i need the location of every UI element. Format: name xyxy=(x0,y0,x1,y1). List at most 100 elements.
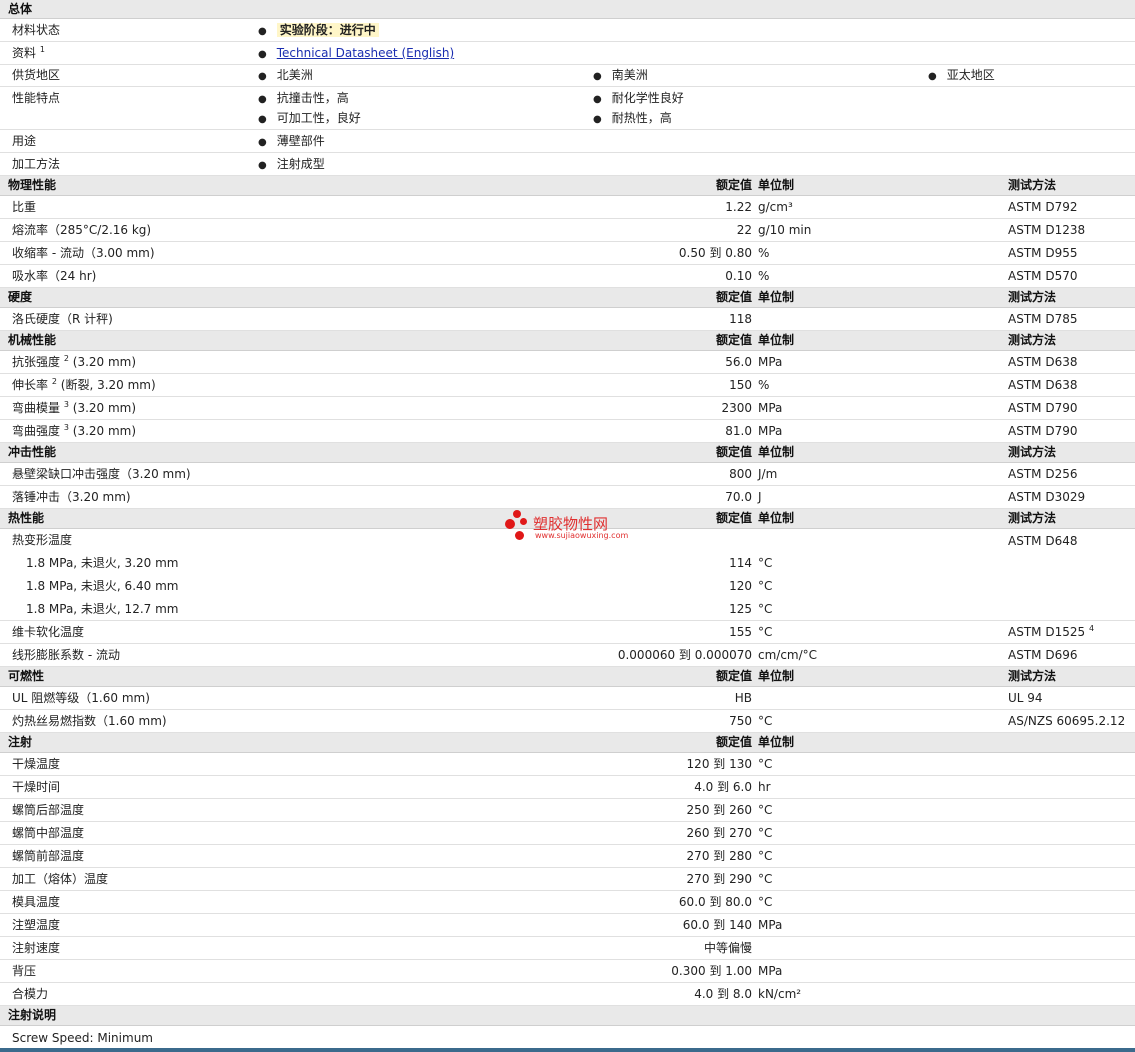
row-unit: °C xyxy=(758,895,773,909)
row-label: 干燥温度 xyxy=(12,757,61,771)
source-label: 资料 1 xyxy=(12,45,45,61)
row-label: 悬壁梁缺口冲击强度（3.20 mm) xyxy=(12,467,191,481)
row-method: ASTM D638 xyxy=(1008,378,1078,392)
row-unit: hr xyxy=(758,780,771,794)
row-unit: °C xyxy=(758,872,773,886)
col-header-value: 额定值 xyxy=(715,178,752,192)
region-item: ● 北美洲 xyxy=(258,65,313,87)
col-header-unit: 单位制 xyxy=(758,290,795,304)
row-label: 1.8 MPa, 未退火, 3.20 mm xyxy=(26,556,179,570)
section-title: 注射 xyxy=(8,735,33,749)
row-value: 2300 xyxy=(721,401,752,415)
general-title: 总体 xyxy=(8,2,33,16)
row-value: 0.300 到 1.00 xyxy=(671,964,752,978)
row-value: 114 xyxy=(729,556,752,570)
row-value: 750 xyxy=(729,714,752,728)
section-header: 冲击性能 额定值 单位制 测试方法 xyxy=(0,443,1135,463)
row-value: 4.0 到 6.0 xyxy=(694,780,752,794)
status-label: 材料状态 xyxy=(12,23,61,37)
section-title: 物理性能 xyxy=(8,178,57,192)
section-title: 热性能 xyxy=(8,511,45,525)
row-value: 1.22 xyxy=(725,200,752,214)
table-row: 弯曲强度 3 (3.20 mm) 81.0 MPa ASTM D790 xyxy=(0,420,1135,443)
table-row: 悬壁梁缺口冲击强度（3.20 mm) 800 J/m ASTM D256 xyxy=(0,463,1135,486)
col-header-unit: 单位制 xyxy=(758,669,795,683)
col-header-method: 测试方法 xyxy=(1008,669,1057,683)
col-header-value: 额定值 xyxy=(715,333,752,347)
datasheet-link[interactable]: Technical Datasheet (English) xyxy=(277,46,454,60)
table-row: 背压 0.300 到 1.00 MPa xyxy=(0,960,1135,983)
table-row: 吸水率（24 hr) 0.10% ASTM D570 xyxy=(0,265,1135,288)
row-value: 56.0 xyxy=(725,355,752,369)
row-label: 螺筒前部温度 xyxy=(12,849,85,863)
row-unit: MPa xyxy=(758,401,783,415)
source-row: 资料 1 ● Technical Datasheet (English) xyxy=(0,42,1135,65)
section-header: 可燃性 额定值 单位制 测试方法 xyxy=(0,667,1135,687)
section-header: 硬度 额定值 单位制 测试方法 xyxy=(0,288,1135,308)
table-row: 灼热丝易燃指数（1.60 mm) 750 °C AS/NZS 60695.2.12 xyxy=(0,710,1135,733)
bullet-icon: ● xyxy=(258,26,267,37)
row-unit: % xyxy=(758,246,770,260)
section-title: 注射说明 xyxy=(8,1008,57,1022)
row-unit: °C xyxy=(758,556,773,570)
section-title: 机械性能 xyxy=(8,333,57,347)
table-row: 合模力 4.0 到 8.0 kN/cm² xyxy=(0,983,1135,1006)
row-label: 线形膨胀系数 - 流动 xyxy=(12,648,120,662)
row-method: ASTM D1238 xyxy=(1008,223,1086,237)
col-header-value: 额定值 xyxy=(715,290,752,304)
bullet-icon: ● xyxy=(593,114,602,125)
row-value: 270 到 280 xyxy=(686,849,752,863)
row-label: 灼热丝易燃指数（1.60 mm) xyxy=(12,714,167,728)
table-row: 熔流率（285°C/2.16 kg) 22 g/10 min ASTM D1238 xyxy=(0,219,1135,242)
row-label: 注射速度 xyxy=(12,941,61,955)
uses-label: 用途 xyxy=(12,134,37,148)
section-title: 硬度 xyxy=(8,290,33,304)
table-row: 模具温度 60.0 到 80.0 °C xyxy=(0,891,1135,914)
col-header-value: 额定值 xyxy=(715,511,752,525)
region-item: ● 南美洲 xyxy=(593,65,648,87)
row-value: 60.0 到 80.0 xyxy=(678,895,752,909)
row-label: 比重 xyxy=(12,200,37,214)
row-unit: °C xyxy=(758,625,773,639)
row-value: 0.50 到 0.80 xyxy=(678,246,752,260)
bullet-icon: ● xyxy=(258,94,267,105)
row-value: 270 到 290 xyxy=(686,872,752,886)
process-row: 加工方法 ● 注射成型 xyxy=(0,153,1135,176)
features-row: 性能特点 ● 抗撞击性，高 ● 耐化学性良好 ● 可加工性，良好 ● 耐热性，高 xyxy=(0,87,1135,130)
row-label: 熔流率（285°C/2.16 kg) xyxy=(12,223,152,237)
source-value: ● Technical Datasheet (English) xyxy=(258,42,454,66)
row-value: 0.10 xyxy=(725,269,752,283)
uses-row: 用途 ● 薄壁部件 xyxy=(0,130,1135,153)
row-label: 合模力 xyxy=(12,987,49,1001)
table-row: 注塑温度 60.0 到 140 MPa xyxy=(0,914,1135,937)
row-label: 维卡软化温度 xyxy=(12,625,85,639)
table-row: 加工（熔体）温度 270 到 290 °C xyxy=(0,868,1135,891)
logo-dot-icon xyxy=(520,518,527,525)
logo-dot-icon xyxy=(505,519,515,529)
row-method: ASTM D648 xyxy=(1008,534,1078,548)
section-header: 物理性能 额定值 单位制 测试方法 xyxy=(0,176,1135,196)
table-row: 伸长率 2 (断裂, 3.20 mm) 150% ASTM D638 xyxy=(0,374,1135,397)
region-label: 供货地区 xyxy=(12,68,61,82)
row-value: 4.0 到 8.0 xyxy=(694,987,752,1001)
col-header-method: 测试方法 xyxy=(1008,511,1057,525)
feature-item: ● 抗撞击性，高 xyxy=(258,88,349,110)
row-method: ASTM D3029 xyxy=(1008,490,1086,504)
features-label: 性能特点 xyxy=(12,91,61,105)
row-value: HB xyxy=(734,691,752,705)
row-label: 弯曲模量 3 (3.20 mm) xyxy=(12,400,137,416)
bullet-icon: ● xyxy=(258,137,267,148)
bullet-icon: ● xyxy=(258,71,267,82)
col-header-value: 额定值 xyxy=(715,445,752,459)
row-label: 加工（熔体）温度 xyxy=(12,872,109,886)
watermark-url: www.sujiaowuxing.com xyxy=(535,531,629,540)
table-row: 1.8 MPa, 未退火, 6.40 mm 120 °C xyxy=(0,575,1135,598)
row-method: UL 94 xyxy=(1008,691,1043,705)
row-method: AS/NZS 60695.2.12 xyxy=(1008,714,1126,728)
row-label: 螺筒后部温度 xyxy=(12,803,85,817)
table-row: 干燥时间 4.0 到 6.0 hr xyxy=(0,776,1135,799)
row-label: 弯曲强度 3 (3.20 mm) xyxy=(12,423,137,439)
row-label: 吸水率（24 hr) xyxy=(12,269,97,283)
row-label: 收缩率 - 流动（3.00 mm) xyxy=(12,246,155,260)
section-title: 可燃性 xyxy=(8,669,45,683)
